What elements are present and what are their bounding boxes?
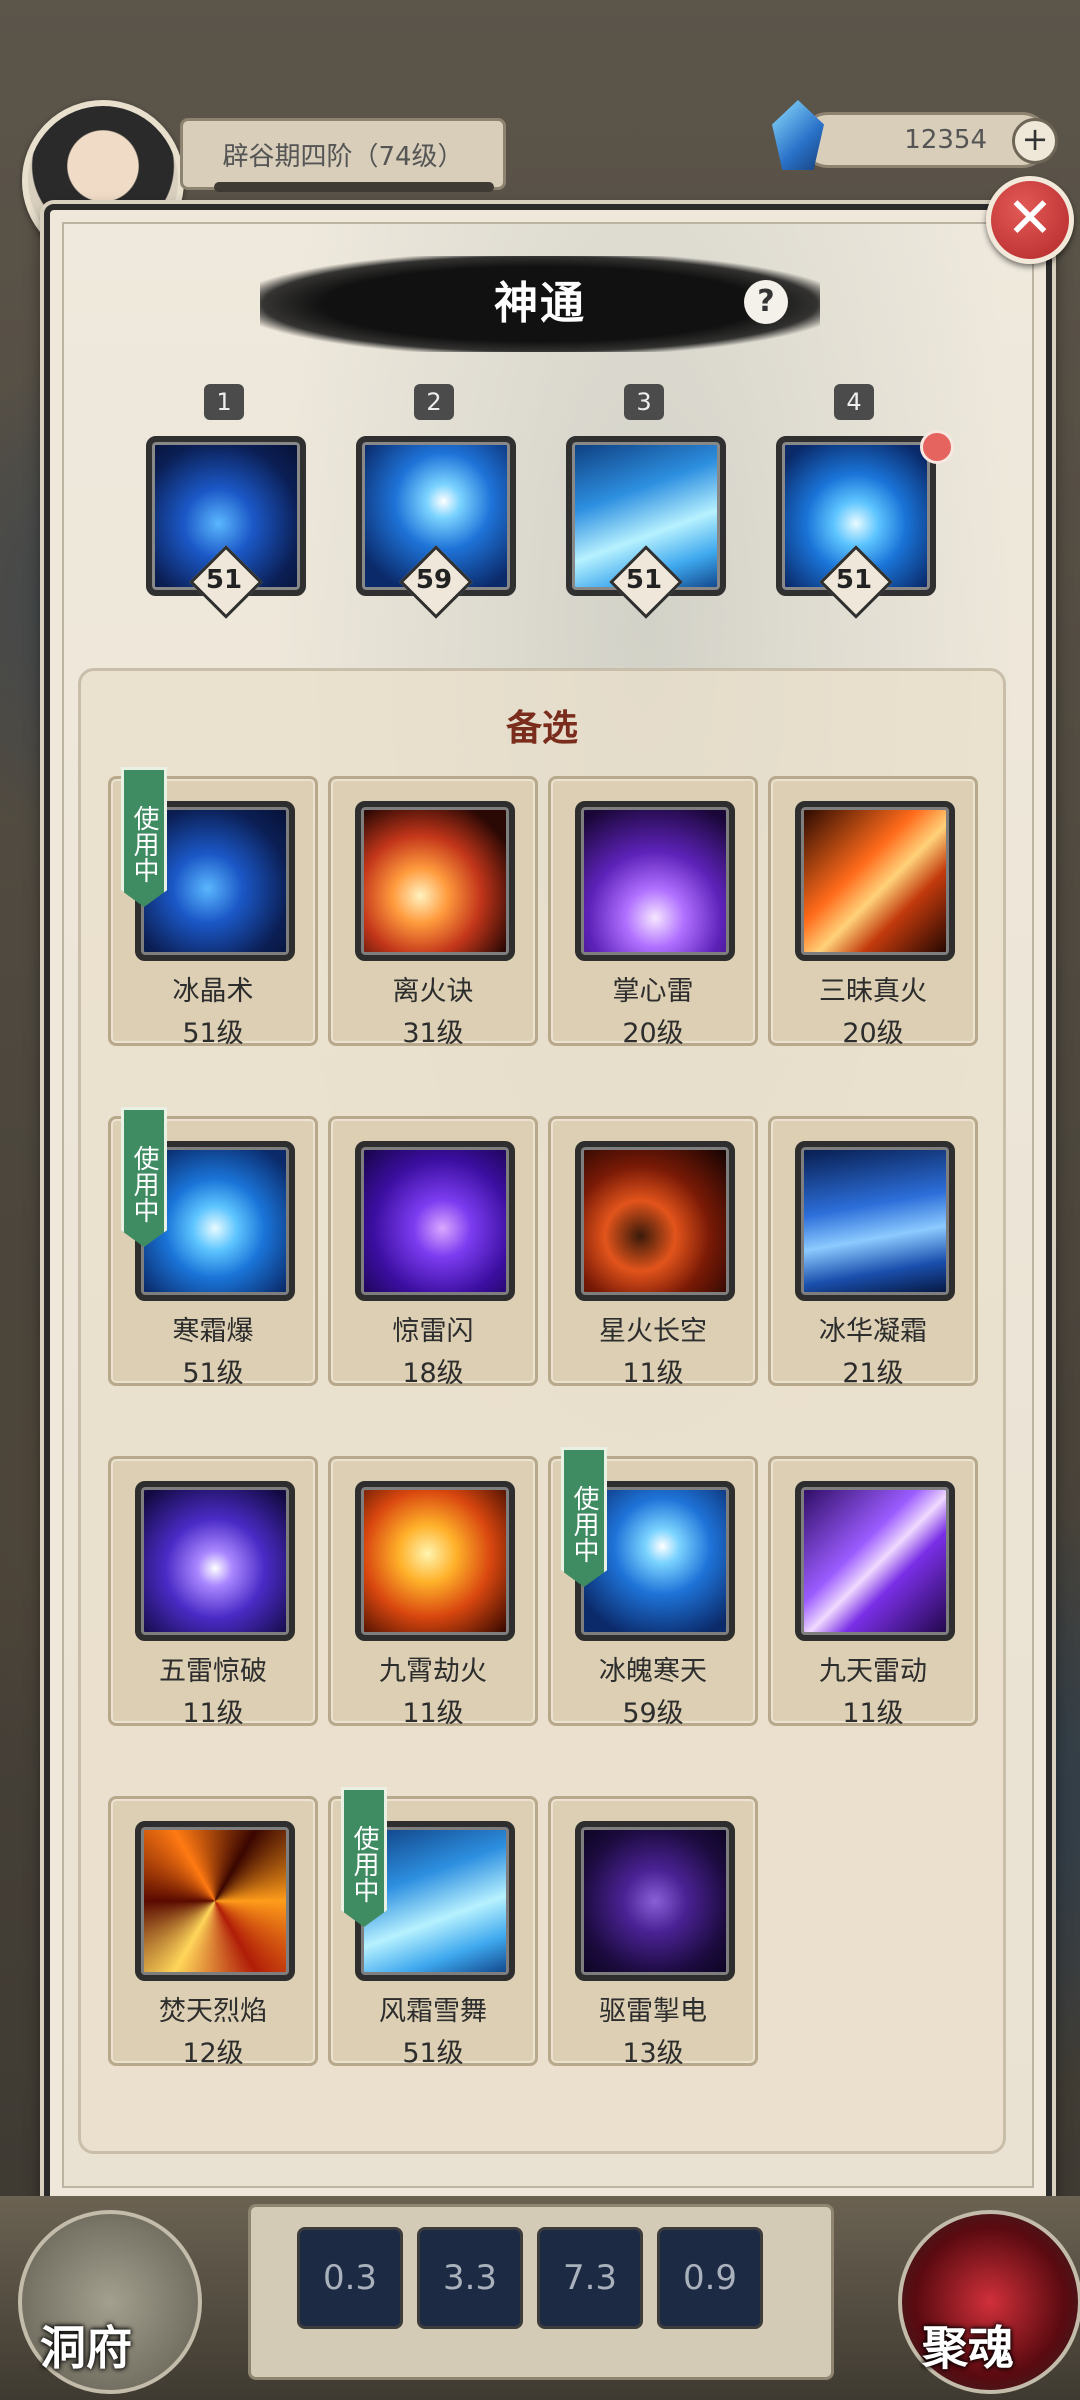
skill-level: 11级 [622, 1358, 684, 1389]
skill-name: 九天雷动 [819, 1656, 927, 1687]
skill-level: 18级 [402, 1358, 464, 1389]
skill-level: 11级 [402, 1698, 464, 1729]
skill-level: 11级 [842, 1698, 904, 1729]
skill-card[interactable]: 九霄劫火 11级 [328, 1456, 538, 1729]
cooldown-slot-4: 0.9 [657, 2227, 763, 2329]
skill-name: 三昧真火 [819, 976, 927, 1007]
skill-name: 焚天烈焰 [159, 1996, 267, 2027]
skill-card[interactable]: 九天雷动 11级 [768, 1456, 978, 1729]
skill-card[interactable]: 冰魄寒天 59级 使用中 [548, 1447, 758, 1729]
skill-card[interactable]: 惊雷闪 18级 [328, 1116, 538, 1389]
skill-card[interactable]: 离火诀 31级 [328, 776, 538, 1049]
skill-icon [795, 1481, 955, 1641]
skill-icon [355, 1141, 515, 1301]
skill-name: 五雷惊破 [159, 1656, 267, 1687]
equipped-slot-4[interactable]: 4 51 [776, 384, 954, 619]
panel-title: 神通 [494, 278, 586, 329]
in-use-tag: 使用中 [121, 1107, 167, 1247]
skill-card[interactable]: 驱雷掣电 13级 [548, 1796, 758, 2069]
slot-level: 51 [205, 565, 243, 595]
skill-icon [575, 1821, 735, 1981]
skill-name: 风霜雪舞 [379, 1996, 487, 2027]
skill-name: 离火诀 [392, 976, 474, 1007]
notification-dot [920, 430, 954, 464]
cooldown-slot-2: 3.3 [417, 2227, 523, 2329]
skill-name: 冰晶术 [172, 976, 254, 1007]
skill-level: 51级 [182, 1358, 244, 1389]
skill-name: 星火长空 [599, 1316, 707, 1347]
slot-level-badge: 51 [189, 545, 263, 619]
close-button[interactable]: ✕ [986, 176, 1074, 264]
skill-icon [575, 801, 735, 961]
slot-number: 3 [624, 384, 664, 420]
skill-cooldown-bar: 0.3 3.3 7.3 0.9 [248, 2204, 834, 2380]
rank-label: 辟谷期四阶（74级） [180, 118, 506, 190]
skill-icon [355, 801, 515, 961]
skill-name: 惊雷闪 [392, 1316, 474, 1347]
cooldown-slot-3: 7.3 [537, 2227, 643, 2329]
skill-card[interactable]: 焚天烈焰 12级 [108, 1796, 318, 2069]
cooldown-slot-1: 0.3 [297, 2227, 403, 2329]
home-label: 洞府 [40, 2321, 132, 2375]
skill-level: 31级 [402, 1018, 464, 1049]
title-banner: 神通 [260, 256, 820, 352]
skill-name: 冰华凝霜 [819, 1316, 927, 1347]
skill-level: 51级 [182, 1018, 244, 1049]
skill-level: 11级 [182, 1698, 244, 1729]
help-button[interactable]: ? [744, 280, 788, 324]
equipped-slot-2[interactable]: 2 59 [356, 384, 516, 619]
skill-icon [135, 1481, 295, 1641]
skill-name: 驱雷掣电 [599, 1996, 707, 2027]
slot-level-badge: 51 [819, 545, 893, 619]
skill-icon [795, 1141, 955, 1301]
skill-level: 51级 [402, 2038, 464, 2069]
equipped-slot-1[interactable]: 1 51 [146, 384, 306, 619]
slot-number: 2 [414, 384, 454, 420]
in-use-tag: 使用中 [121, 767, 167, 907]
skill-card[interactable]: 星火长空 11级 [548, 1116, 758, 1389]
skill-card[interactable]: 三昧真火 20级 [768, 776, 978, 1049]
skill-level: 59级 [622, 1698, 684, 1729]
slot-level-badge: 59 [399, 545, 473, 619]
bottom-bar: 洞府 0.3 3.3 7.3 0.9 聚魂 [0, 2196, 1080, 2400]
skill-card[interactable]: 风霜雪舞 51级 使用中 [328, 1787, 538, 2069]
slot-number: 4 [834, 384, 874, 420]
skill-icon [135, 1821, 295, 1981]
skill-card[interactable]: 五雷惊破 11级 [108, 1456, 318, 1729]
skill-icon [795, 801, 955, 961]
in-use-tag: 使用中 [341, 1787, 387, 1927]
in-use-tag: 使用中 [561, 1447, 607, 1587]
exp-bar [214, 182, 494, 192]
slot-level: 51 [625, 565, 663, 595]
slot-level-badge: 51 [609, 545, 683, 619]
slot-number: 1 [204, 384, 244, 420]
skill-card[interactable]: 掌心雷 20级 [548, 776, 758, 1049]
slot-level: 59 [415, 565, 453, 595]
skill-name: 冰魄寒天 [599, 1656, 707, 1687]
slot-level: 51 [835, 565, 873, 595]
skill-name: 九霄劫火 [379, 1656, 487, 1687]
equipped-slot-3[interactable]: 3 51 [566, 384, 726, 619]
gather-soul-label: 聚魂 [922, 2321, 1014, 2375]
skill-level: 20级 [842, 1018, 904, 1049]
backup-title: 备选 [505, 708, 578, 749]
skill-level: 13级 [622, 2038, 684, 2069]
skill-name: 掌心雷 [612, 976, 694, 1007]
skill-name: 寒霜爆 [172, 1316, 254, 1347]
skill-level: 21级 [842, 1358, 904, 1389]
skill-card[interactable]: 寒霜爆 51级 使用中 [108, 1107, 318, 1389]
add-currency-button[interactable]: + [1012, 118, 1058, 164]
skill-icon [575, 1141, 735, 1301]
skill-icon [355, 1481, 515, 1641]
skill-card[interactable]: 冰晶术 51级 使用中 [108, 767, 318, 1049]
skill-card[interactable]: 冰华凝霜 21级 [768, 1116, 978, 1389]
skill-level: 20级 [622, 1018, 684, 1049]
skill-level: 12级 [182, 2038, 244, 2069]
